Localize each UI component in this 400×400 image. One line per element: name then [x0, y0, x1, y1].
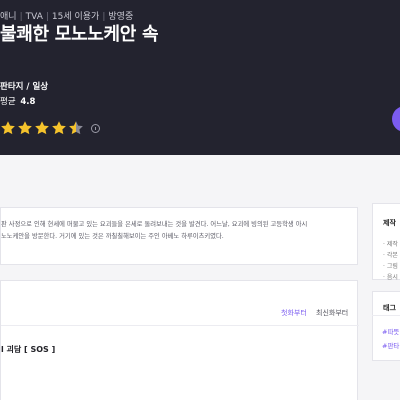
rating-value: 4.8 — [20, 97, 36, 107]
synopsis-card: 판 사정으로 인해 현세에 머물고 있는 요괴들을 은세로 돌려보내는 것을 발… — [0, 207, 358, 265]
sort-first-episode-button[interactable]: 첫화부터 — [281, 308, 307, 318]
divider — [1, 325, 359, 326]
tag-card: 태그 #따뜻 #판타 — [372, 291, 400, 361]
tag-link[interactable]: #판타 — [382, 340, 399, 350]
production-header: 제작 — [383, 219, 396, 227]
action-button[interactable] — [392, 106, 400, 132]
production-item: · 그림 — [383, 263, 398, 270]
star-icon[interactable] — [17, 120, 33, 136]
tag-link[interactable]: #따뜻 — [382, 326, 399, 336]
rating-label: 평균 — [0, 97, 16, 107]
synopsis-line: 노노케안을 방문한다. 거기에 있는 것은 까칠칠해보이는 주인 아베노 하루이… — [1, 233, 224, 240]
episode-item[interactable]: l 괴담 [ SOS ] — [1, 344, 55, 355]
hero-banner: 애니 | TVA | 15세 이용가 | 방영중 불쾌한 모노노케안 속 판타지 / 일상 … — [0, 0, 400, 155]
synopsis-text: 판 사정으로 인해 현세에 머물고 있는 요괴들을 은세로 돌려보내는 것을 발… — [1, 219, 347, 243]
production-item: · 제작 — [383, 241, 398, 248]
star-icon[interactable] — [34, 120, 50, 136]
genre-label: 판타지 / 일상 — [0, 82, 49, 92]
synopsis-line: 판 사정으로 인해 현세에 머물고 있는 요괴들을 은세로 돌려보내는 것을 발… — [1, 221, 308, 228]
production-item: · 각본 — [383, 252, 398, 259]
page-title: 불쾌한 모노노케안 속 — [0, 24, 159, 45]
star-icon[interactable] — [51, 120, 67, 136]
divider — [372, 315, 400, 316]
star-rating[interactable] — [0, 119, 100, 137]
info-icon[interactable] — [91, 123, 100, 133]
average-rating: 평균 4.8 — [0, 95, 35, 107]
production-item: · 음시 — [383, 274, 398, 281]
star-icon[interactable] — [68, 120, 84, 136]
star-icon[interactable] — [0, 120, 16, 136]
tag-header: 태그 — [383, 304, 396, 312]
production-card: 제작 · 제작 · 각본 · 그림 · 음시 — [372, 203, 400, 281]
episode-list-card: 첫화부터 최신화부터 l 괴담 [ SOS ] — [0, 280, 359, 400]
sort-latest-episode-button[interactable]: 최신화부터 — [316, 308, 348, 318]
